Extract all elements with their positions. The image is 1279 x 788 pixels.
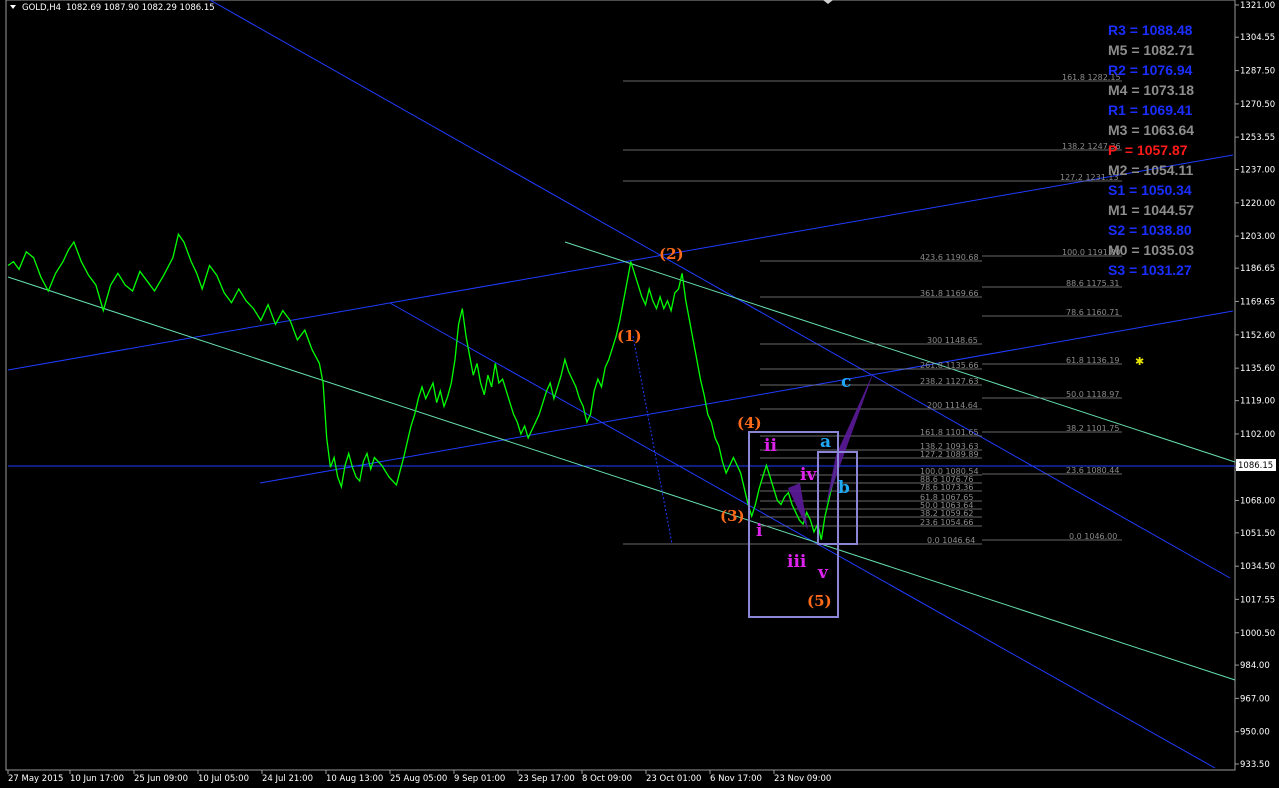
wave-label-4: (4) bbox=[737, 414, 762, 432]
pivot-level-label: R3 = 1088.48 bbox=[1108, 22, 1193, 38]
y-tick-label: 1287.50 bbox=[1240, 67, 1275, 77]
current-price-text: 1086.15 bbox=[1238, 461, 1273, 471]
pivot-level-label: M3 = 1063.64 bbox=[1108, 122, 1194, 138]
y-tick-label: 1237.00 bbox=[1240, 166, 1275, 176]
wave-label-a: a bbox=[820, 432, 831, 452]
y-tick-label: 1034.50 bbox=[1240, 562, 1275, 572]
wave-iv-shape bbox=[788, 483, 808, 530]
pivot-level-label: R1 = 1069.41 bbox=[1108, 102, 1193, 118]
price-chart[interactable]: GOLD,H4 1082.69 1087.90 1082.29 1086.15 … bbox=[0, 0, 1279, 788]
x-tick-label: 23 Nov 09:00 bbox=[774, 774, 831, 784]
fib-label: 238.2 1127.63 bbox=[920, 377, 979, 386]
fib-label: 38.2 1101.75 bbox=[1066, 424, 1119, 433]
y-tick-label: 1000.50 bbox=[1240, 629, 1275, 639]
pivot-level-label: M1 = 1044.57 bbox=[1108, 202, 1194, 218]
y-tick-label: 1270.50 bbox=[1240, 100, 1275, 110]
fib-label: 78.6 1073.36 bbox=[920, 483, 973, 492]
y-tick-label: 950.00 bbox=[1240, 728, 1270, 738]
x-tick-label: 24 Jul 21:00 bbox=[262, 774, 313, 784]
y-tick-label: 1051.50 bbox=[1240, 529, 1275, 539]
wave-label-b: b bbox=[838, 478, 850, 498]
pivot-level-label: M2 = 1054.11 bbox=[1108, 162, 1193, 178]
wave-label-3: (3) bbox=[720, 507, 745, 525]
symbol-label: GOLD,H4 bbox=[22, 3, 61, 13]
wave-label-ii: ii bbox=[764, 436, 777, 456]
x-tick-label: 10 Jun 17:00 bbox=[70, 774, 124, 784]
fib-label: 361.8 1169.66 bbox=[920, 289, 979, 298]
x-tick-label: 8 Oct 09:00 bbox=[582, 774, 632, 784]
y-tick-label: 1102.00 bbox=[1240, 430, 1275, 440]
wave-label-iii: iii bbox=[787, 552, 807, 572]
wave-label-i: i bbox=[756, 521, 763, 541]
pivot-level-label: P = 1057.87 bbox=[1108, 142, 1188, 158]
wave-label-c: c bbox=[841, 372, 851, 392]
fib-label: 88.6 1175.31 bbox=[1066, 279, 1119, 288]
fib-label: 261.8 1135.66 bbox=[920, 361, 979, 370]
x-tick-label: 25 Aug 05:00 bbox=[390, 774, 447, 784]
y-tick-label: 1186.65 bbox=[1240, 264, 1275, 274]
y-tick-label: 984.00 bbox=[1240, 661, 1270, 671]
pivot-levels-panel: R3 = 1088.48 M5 = 1082.71 R2 = 1076.94 M4 =… bbox=[1108, 22, 1194, 278]
y-tick-label: 1203.00 bbox=[1240, 232, 1275, 242]
y-tick-label: 1068.00 bbox=[1240, 497, 1275, 507]
channel-line-upper-desc[interactable] bbox=[209, 0, 1231, 579]
pivot-level-label: S1 = 1050.34 bbox=[1108, 182, 1192, 198]
price-series-line bbox=[7, 232, 837, 540]
y-tick-label: 1017.55 bbox=[1240, 595, 1275, 605]
y-tick-label: 1253.55 bbox=[1240, 133, 1275, 143]
x-tick-label: 23 Oct 01:00 bbox=[646, 774, 701, 784]
x-tick-label: 23 Sep 17:00 bbox=[518, 774, 575, 784]
wave-label-5: (5) bbox=[807, 592, 832, 610]
ohlc-readout: 1082.69 1087.90 1082.29 1086.15 bbox=[66, 3, 215, 13]
x-tick-label: 25 Jun 09:00 bbox=[134, 774, 188, 784]
fib-label: 23.6 1080.44 bbox=[1066, 466, 1119, 475]
fib-label: 423.6 1190.68 bbox=[920, 253, 979, 262]
fib-label: 78.6 1160.71 bbox=[1066, 308, 1119, 317]
shift-marker-icon[interactable] bbox=[823, 0, 833, 4]
fib-label: 300 1148.65 bbox=[927, 336, 978, 345]
price-axis: 1321.00 1304.55 1287.50 1270.50 1253.55 1237.… bbox=[1235, 1, 1275, 770]
star-marker-icon: ✱ bbox=[1135, 355, 1144, 368]
fib-label: 50.0 1118.97 bbox=[1066, 390, 1119, 399]
y-tick-label: 1304.55 bbox=[1240, 33, 1275, 43]
x-tick-label: 6 Nov 17:00 bbox=[710, 774, 762, 784]
x-tick-label: 10 Jul 05:00 bbox=[198, 774, 249, 784]
chart-frame bbox=[5, 0, 1236, 771]
pivot-level-label: M4 = 1073.18 bbox=[1108, 82, 1194, 98]
y-tick-label: 933.50 bbox=[1240, 760, 1270, 770]
x-tick-label: 9 Sep 01:00 bbox=[454, 774, 505, 784]
symbol-dropdown-icon[interactable] bbox=[10, 5, 16, 9]
dotted-projection-line[interactable] bbox=[632, 335, 673, 545]
y-tick-label: 1169.65 bbox=[1240, 297, 1275, 307]
pivot-level-label: S2 = 1038.80 bbox=[1108, 222, 1192, 238]
pivot-level-label: M5 = 1082.71 bbox=[1108, 42, 1194, 58]
time-axis: 27 May 2015 10 Jun 17:00 25 Jun 09:00 10 Ju… bbox=[7, 770, 831, 784]
fib-label: 127.2 1089.89 bbox=[920, 450, 979, 459]
fib-label: 23.6 1054.66 bbox=[920, 518, 973, 527]
wave-label-v: v bbox=[817, 563, 829, 583]
fibonacci-levels: 161.8 1282.15138.2 1247.36127.2 1231.134… bbox=[623, 73, 1122, 545]
pivot-level-label: S3 = 1031.27 bbox=[1108, 262, 1192, 278]
fib-label: 38.2 1059.62 bbox=[920, 509, 973, 518]
fib-label: 0.0 1046.00 bbox=[1069, 532, 1117, 541]
fib-label: 161.8 1101.65 bbox=[920, 428, 979, 437]
x-tick-label: 27 May 2015 bbox=[8, 774, 63, 784]
wave-label-2: (2) bbox=[659, 245, 684, 263]
y-tick-label: 1119.00 bbox=[1240, 397, 1275, 407]
pivot-level-label: M0 = 1035.03 bbox=[1108, 242, 1194, 258]
y-tick-label: 1321.00 bbox=[1240, 1, 1275, 11]
pivot-level-label: R2 = 1076.94 bbox=[1108, 62, 1193, 78]
fib-label: 200 1114.64 bbox=[927, 401, 978, 410]
wave-label-iv: iv bbox=[800, 465, 817, 485]
fib-label: 61.8 1136.19 bbox=[1066, 356, 1119, 365]
y-tick-label: 1220.00 bbox=[1240, 199, 1275, 209]
y-tick-label: 1152.60 bbox=[1240, 331, 1275, 341]
y-tick-label: 967.00 bbox=[1240, 694, 1270, 704]
wave-label-1: (1) bbox=[617, 327, 642, 345]
trendlines bbox=[7, 0, 1236, 769]
fib-label: 0.0 1046.64 bbox=[927, 536, 975, 545]
x-tick-label: 10 Aug 13:00 bbox=[326, 774, 383, 784]
y-tick-label: 1135.60 bbox=[1240, 364, 1275, 374]
